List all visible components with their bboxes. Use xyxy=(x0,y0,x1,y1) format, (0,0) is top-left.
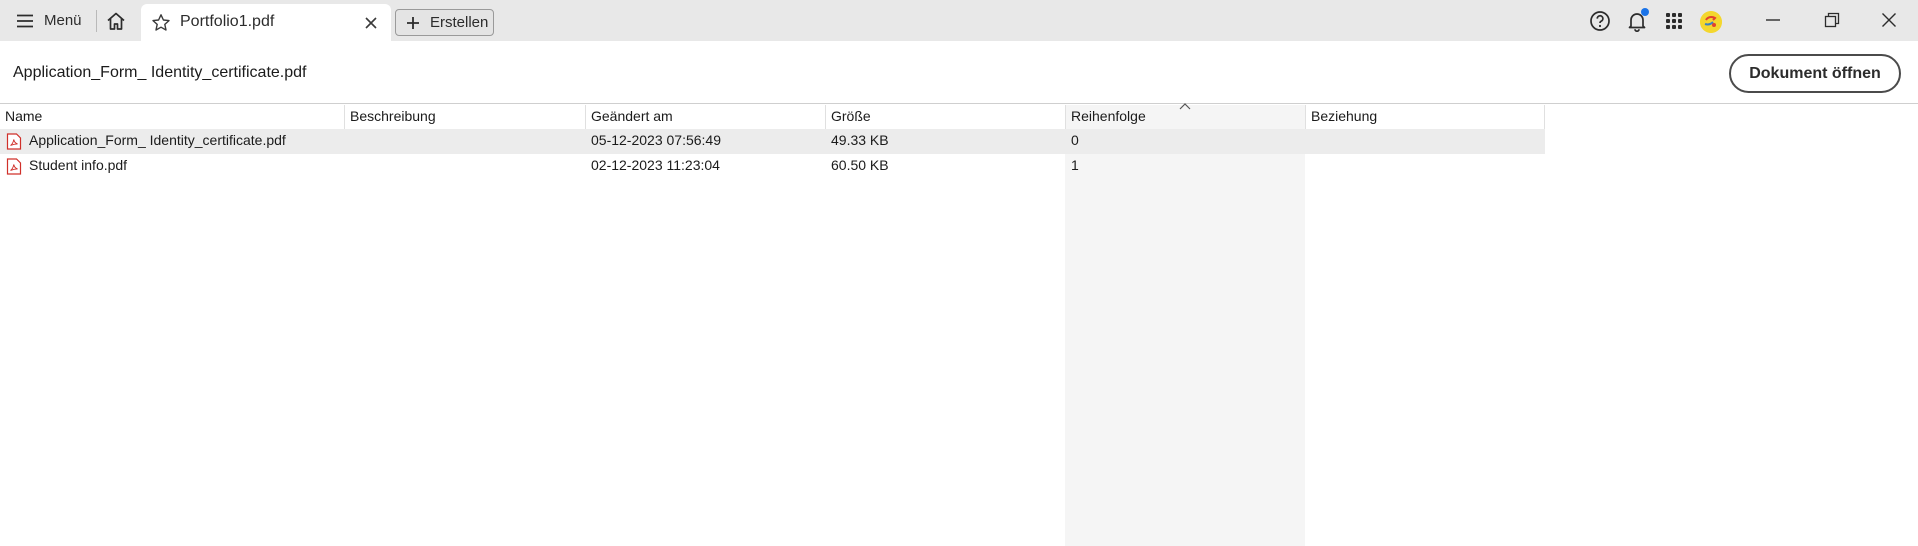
row-description xyxy=(345,154,355,179)
row-relation xyxy=(1306,129,1316,154)
tab-title: Portfolio1.pdf xyxy=(180,13,275,30)
avatar[interactable] xyxy=(1700,11,1722,33)
help-button[interactable] xyxy=(1588,9,1612,33)
column-header-description[interactable]: Beschreibung xyxy=(345,105,586,129)
column-header-relation[interactable]: Beziehung xyxy=(1306,105,1545,129)
row-size: 60.50 KB xyxy=(831,157,889,173)
notifications-button[interactable] xyxy=(1625,8,1649,33)
row-file-name: Student info.pdf xyxy=(29,157,128,173)
file-table: Name Beschreibung Geändert am Größe Reih… xyxy=(0,103,1545,179)
restore-button[interactable] xyxy=(1812,6,1852,34)
pdf-file-icon xyxy=(6,133,22,150)
menu-button[interactable]: Menü xyxy=(6,5,92,36)
sort-ascending-icon xyxy=(1179,103,1191,110)
pdf-file-icon xyxy=(6,158,22,175)
notification-dot xyxy=(1641,8,1649,16)
home-icon xyxy=(107,12,125,30)
row-size: 49.33 KB xyxy=(831,132,889,148)
window-close-icon xyxy=(1882,13,1896,27)
title-bar: Menü Portfolio1.pdf Erstellen xyxy=(0,0,1918,41)
table-header: Name Beschreibung Geändert am Größe Reih… xyxy=(0,103,1545,129)
minimize-icon xyxy=(1766,19,1780,21)
row-modified: 02-12-2023 11:23:04 xyxy=(591,157,720,173)
minimize-button[interactable] xyxy=(1753,6,1793,34)
create-label: Erstellen xyxy=(430,14,489,31)
divider xyxy=(96,10,97,32)
open-document-button[interactable]: Dokument öffnen xyxy=(1729,54,1901,93)
star-icon[interactable] xyxy=(151,13,171,33)
column-header-name[interactable]: Name xyxy=(0,105,345,129)
table-row[interactable]: Student info.pdf 02-12-2023 11:23:04 60.… xyxy=(0,154,1545,179)
row-modified: 05-12-2023 07:56:49 xyxy=(591,132,721,148)
table-row[interactable]: Application_Form_ Identity_certificate.p… xyxy=(0,129,1545,154)
row-relation xyxy=(1306,154,1316,179)
close-icon[interactable] xyxy=(363,15,379,31)
column-header-order-label: Reihenfolge xyxy=(1071,108,1146,124)
create-button[interactable]: Erstellen xyxy=(395,9,494,36)
menu-label: Menü xyxy=(44,12,82,29)
document-header: Application_Form_ Identity_certificate.p… xyxy=(0,41,1918,104)
column-header-order[interactable]: Reihenfolge xyxy=(1066,103,1306,129)
restore-icon xyxy=(1824,12,1840,28)
plus-icon xyxy=(407,16,419,29)
column-header-size[interactable]: Größe xyxy=(826,105,1066,129)
selected-file-name: Application_Form_ Identity_certificate.p… xyxy=(13,64,307,81)
home-button[interactable] xyxy=(102,8,130,34)
column-header-modified[interactable]: Geändert am xyxy=(586,105,826,129)
row-order: 0 xyxy=(1071,132,1079,148)
hamburger-icon xyxy=(17,14,33,27)
row-description xyxy=(345,129,355,154)
row-order: 1 xyxy=(1071,157,1079,173)
document-tab[interactable]: Portfolio1.pdf xyxy=(141,4,391,41)
apps-button[interactable] xyxy=(1662,9,1686,33)
help-icon xyxy=(1590,11,1610,31)
avatar-icon xyxy=(1700,11,1722,33)
apps-grid-icon xyxy=(1666,13,1682,29)
window-close-button[interactable] xyxy=(1869,6,1909,34)
